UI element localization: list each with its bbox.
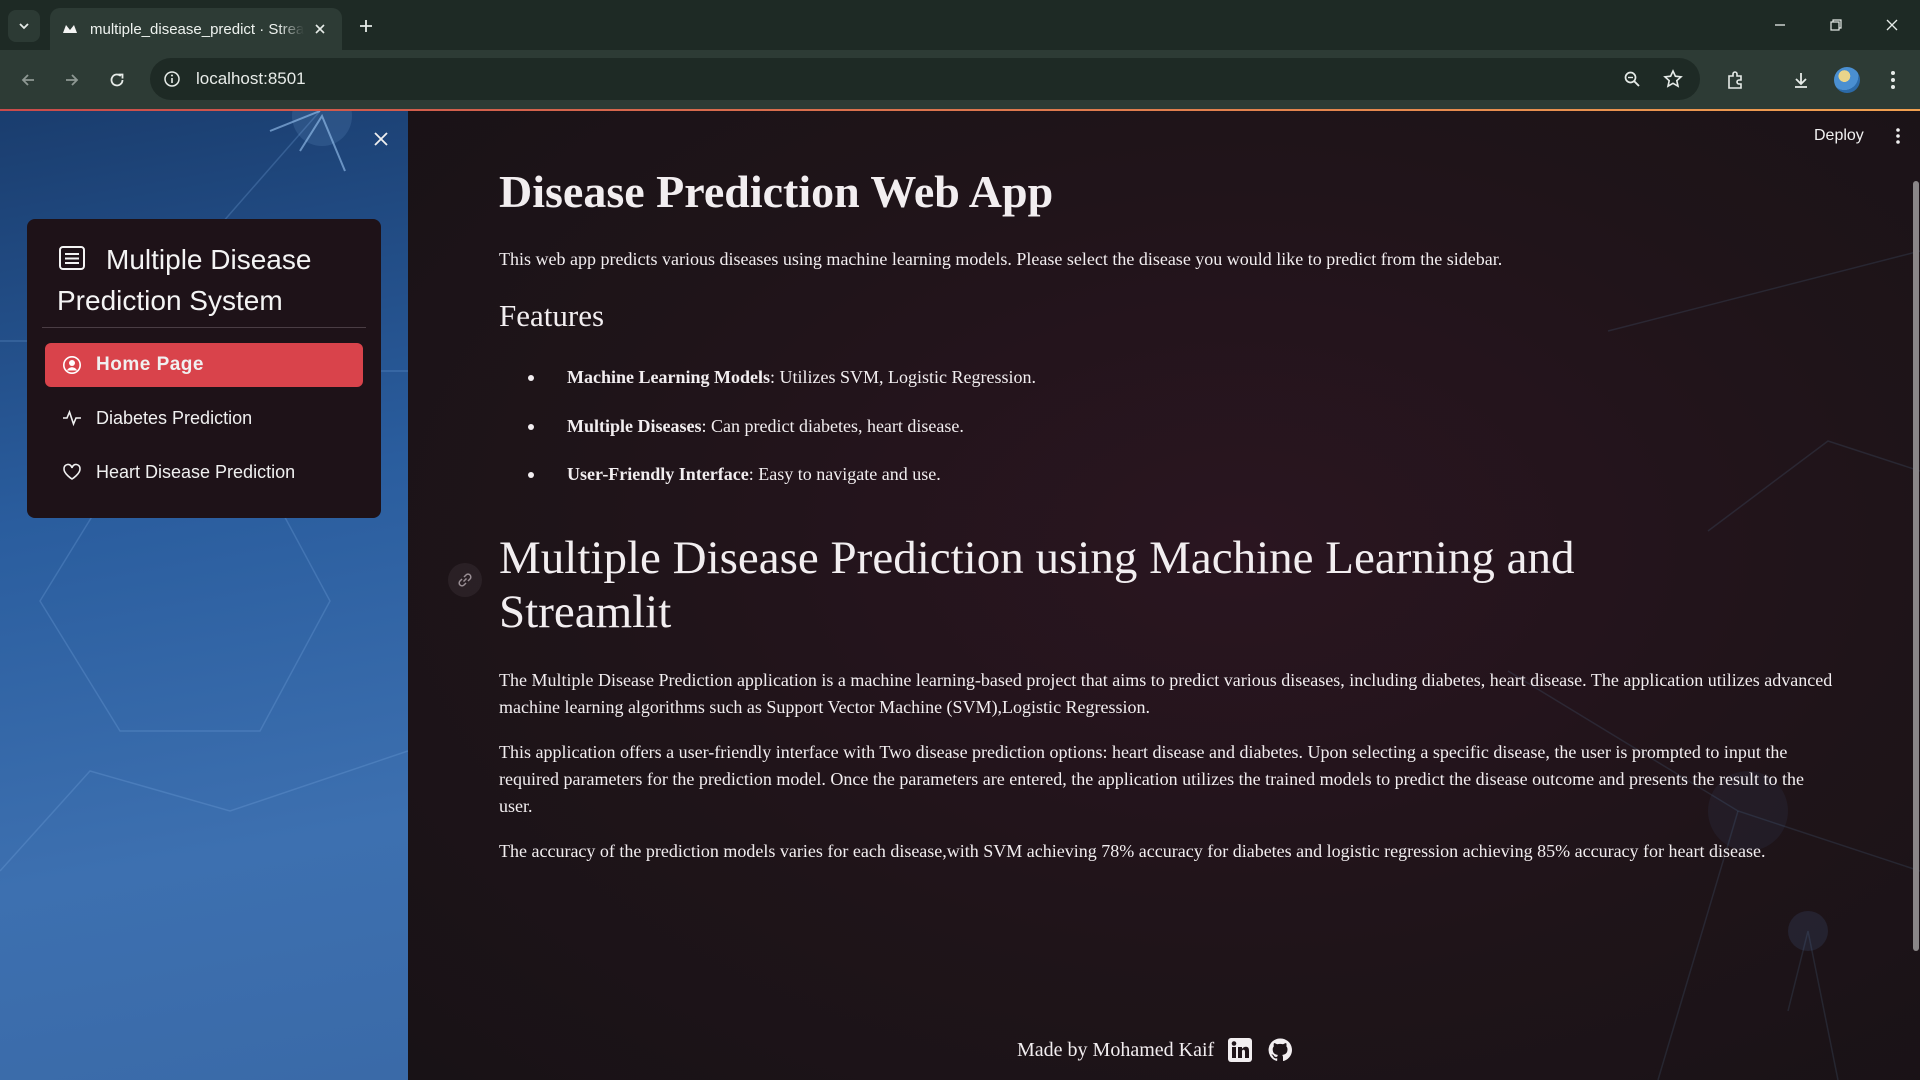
menu-divider — [42, 327, 366, 328]
forward-arrow-icon[interactable] — [56, 64, 88, 96]
sidebar-item-home-page[interactable]: Home Page — [45, 343, 363, 387]
browser-tab-bar: multiple_disease_predict · Streamlit — [0, 0, 1920, 50]
profile-avatar[interactable] — [1831, 64, 1863, 96]
description-paragraph: The Multiple Disease Prediction applicat… — [499, 670, 1833, 717]
browser-tab[interactable]: multiple_disease_predict · Streamlit — [50, 8, 342, 50]
bookmark-star-icon[interactable] — [1661, 67, 1685, 91]
scrollbar[interactable] — [1913, 181, 1919, 951]
deploy-button[interactable]: Deploy — [1814, 127, 1864, 145]
menu-title: Multiple Disease Prediction System — [57, 244, 312, 316]
list-item: User-Friendly Interface: Easy to navigat… — [499, 464, 1036, 513]
sidebar-item-diabetes-prediction[interactable]: Diabetes Prediction — [45, 396, 363, 440]
download-icon[interactable] — [1785, 64, 1817, 96]
github-icon[interactable] — [1266, 1036, 1294, 1064]
list-item: Multiple Diseases: Can predict diabetes,… — [499, 416, 1036, 465]
extensions-icon[interactable] — [1719, 64, 1751, 96]
footer-credit: Made by Mohamed Kaif — [1017, 1038, 1215, 1061]
footer: Made by Mohamed Kaif — [1017, 1036, 1306, 1064]
browser-toolbar: localhost:8501 — [0, 50, 1920, 110]
browser-menu-icon[interactable] — [1877, 64, 1909, 96]
url-text[interactable]: localhost:8501 — [196, 69, 306, 89]
list-item: Machine Learning Models: Utilizes SVM, L… — [499, 367, 1036, 416]
reload-icon[interactable] — [101, 64, 133, 96]
description-paragraph: The accuracy of the prediction models va… — [499, 841, 1766, 861]
minimize-icon[interactable] — [1752, 0, 1808, 50]
app-menu-icon[interactable] — [1886, 123, 1910, 149]
list-card-icon — [59, 246, 85, 270]
tab-title: multiple_disease_predict · Streamlit — [90, 20, 304, 38]
address-bar[interactable]: localhost:8501 — [150, 58, 1700, 100]
chevron-down-icon — [19, 23, 29, 30]
section-heading: Multiple Disease Prediction using Machin… — [499, 532, 1575, 638]
description-paragraph: This application offers a user-friendly … — [499, 742, 1804, 816]
features-list: Machine Learning Models: Utilizes SVM, L… — [499, 367, 1036, 513]
site-info-icon[interactable] — [160, 67, 184, 91]
streamlit-favicon-icon — [63, 25, 77, 33]
person-circle-icon — [62, 355, 82, 375]
sidebar: Multiple Disease Prediction System Home … — [0, 111, 408, 1080]
sidebar-item-label: Home Page — [96, 354, 204, 375]
tab-search-button[interactable] — [8, 10, 40, 42]
intro-text: This web app predicts various diseases u… — [499, 249, 1503, 269]
tab-close-icon[interactable] — [310, 19, 330, 39]
linkedin-icon[interactable] — [1226, 1036, 1254, 1064]
window-close-icon[interactable] — [1864, 0, 1920, 50]
main-content: Deploy Disease Prediction Web App This w… — [408, 111, 1920, 1080]
zoom-icon[interactable] — [1620, 67, 1644, 91]
activity-icon — [62, 408, 82, 428]
anchor-link-icon[interactable] — [448, 563, 482, 597]
restore-icon[interactable] — [1808, 0, 1864, 50]
avatar — [1834, 67, 1860, 93]
sidebar-item-label: Diabetes Prediction — [96, 407, 253, 428]
sidebar-close-icon[interactable] — [368, 126, 394, 152]
sidebar-item-heart-disease-prediction[interactable]: Heart Disease Prediction — [45, 450, 363, 494]
features-heading: Features — [499, 298, 605, 333]
new-tab-icon[interactable] — [352, 12, 380, 40]
back-arrow-icon[interactable] — [12, 64, 44, 96]
window-controls — [1752, 0, 1920, 50]
page-title: Disease Prediction Web App — [499, 166, 1054, 217]
heart-icon — [62, 462, 82, 482]
menu-header: Multiple Disease Prediction System — [57, 239, 357, 321]
sidebar-item-label: Heart Disease Prediction — [96, 461, 296, 482]
option-menu: Multiple Disease Prediction System Home … — [27, 219, 381, 518]
